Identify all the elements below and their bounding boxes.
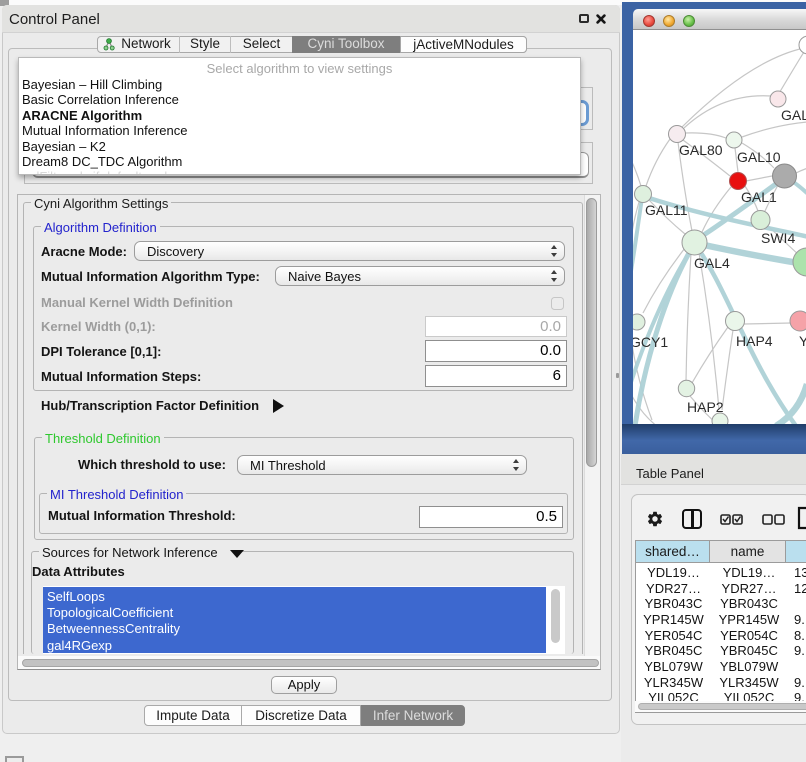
svg-text:GAL4: GAL4 <box>694 255 730 271</box>
svg-text:GCY1: GCY1 <box>633 334 668 350</box>
svg-text:GAL80: GAL80 <box>679 142 723 158</box>
svg-text:HAP2: HAP2 <box>687 399 724 415</box>
svg-text:SWI4: SWI4 <box>761 230 795 246</box>
svg-text:Y: Y <box>799 333 806 349</box>
svg-text:GAL1: GAL1 <box>741 189 777 205</box>
svg-text:GAL11: GAL11 <box>645 202 688 218</box>
svg-text:GAL: GAL <box>781 107 806 123</box>
svg-text:GAL10: GAL10 <box>737 149 781 165</box>
svg-text:HAP4: HAP4 <box>736 333 773 349</box>
